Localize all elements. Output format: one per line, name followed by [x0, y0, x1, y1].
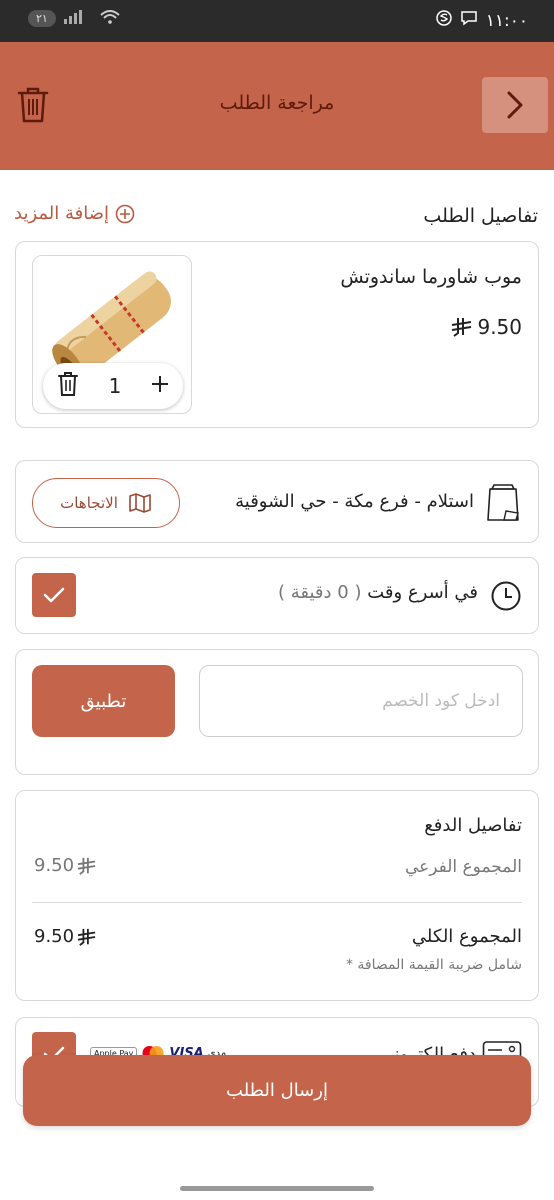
- map-icon: [129, 493, 151, 513]
- subtotal-label: المجموع الفرعي: [404, 857, 522, 877]
- asap-label: في أسرع وقت ( 0 دقيقة ): [278, 582, 478, 603]
- s-app-icon: [435, 10, 452, 31]
- clock-icon: [490, 580, 522, 616]
- order-item-card: موب شاورما ساندوتش 9.50 1: [15, 241, 539, 428]
- riyal-icon: [452, 318, 472, 337]
- clock-time: ١١:٠٠: [485, 10, 528, 31]
- page-title: مراجعة الطلب: [219, 92, 335, 114]
- plus-icon: [151, 376, 168, 392]
- directions-label: الاتجاهات: [60, 494, 118, 512]
- status-bar: ٢١ ١١:٠٠: [0, 0, 554, 42]
- quantity-value: 1: [108, 374, 122, 398]
- pickup-branch-label: استلام - فرع مكة - حي الشوقية: [235, 491, 474, 512]
- asap-checkbox[interactable]: [32, 573, 76, 617]
- chevron-right-icon: [507, 91, 523, 119]
- increase-quantity-button[interactable]: [151, 375, 169, 397]
- item-price: 9.50: [451, 315, 522, 339]
- status-clock-area: ١١:٠٠: [435, 10, 528, 31]
- payment-details-title: تفاصيل الدفع: [424, 815, 522, 836]
- back-button[interactable]: [482, 77, 548, 133]
- signal-icon: [63, 10, 92, 27]
- pickup-card: استلام - فرع مكة - حي الشوقية الاتجاهات: [15, 460, 539, 543]
- vat-note: شامل ضريبة القيمة المضافة *: [345, 957, 522, 973]
- apply-promo-button[interactable]: تطبيق: [32, 665, 175, 737]
- trash-icon: [58, 372, 78, 396]
- plus-circle-icon: [115, 204, 135, 223]
- quantity-stepper[interactable]: 1: [43, 363, 183, 409]
- total-value: 9.50: [34, 926, 97, 947]
- payment-divider: [32, 902, 522, 903]
- add-more-button[interactable]: إضافة المزيد: [14, 203, 135, 224]
- timing-card: في أسرع وقت ( 0 دقيقة ): [15, 557, 539, 634]
- submit-order-button[interactable]: إرسال الطلب: [23, 1055, 531, 1126]
- asap-minutes: ( 0 دقيقة ): [278, 582, 362, 603]
- chat-icon: [460, 10, 478, 31]
- item-image: 1: [32, 255, 192, 414]
- add-more-label: إضافة المزيد: [14, 203, 110, 224]
- battery-indicator: ٢١: [28, 10, 56, 27]
- header: مراجعة الطلب: [0, 42, 554, 170]
- riyal-icon: [77, 857, 96, 875]
- subtotal-value: 9.50: [34, 855, 97, 876]
- order-details-title: تفاصيل الطلب: [423, 205, 538, 227]
- bag-icon: [484, 483, 522, 527]
- riyal-icon: [77, 928, 96, 946]
- status-indicators: ٢١: [28, 10, 120, 27]
- directions-button[interactable]: الاتجاهات: [32, 478, 180, 528]
- remove-item-button[interactable]: [57, 371, 79, 401]
- check-icon: [43, 587, 65, 603]
- promo-card: تطبيق: [15, 649, 539, 775]
- item-name: موب شاورما ساندوتش: [340, 266, 522, 288]
- home-indicator: [180, 1186, 374, 1191]
- promo-code-input[interactable]: [199, 665, 523, 737]
- wifi-icon: [100, 10, 120, 27]
- total-label: المجموع الكلي: [411, 926, 522, 947]
- payment-details-card: تفاصيل الدفع المجموع الفرعي 9.50 المجموع…: [15, 790, 539, 1001]
